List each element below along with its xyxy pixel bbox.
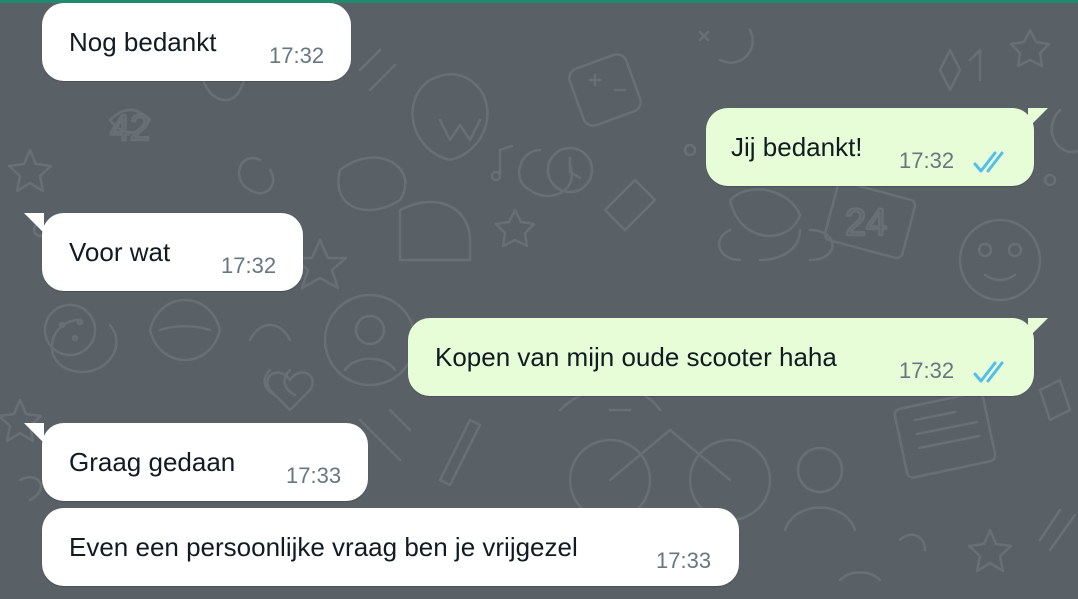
outgoing-message-bubble[interactable]: Jij bedankt! 17:32 xyxy=(706,108,1034,186)
outgoing-bubble-tail xyxy=(1028,318,1048,338)
message-text: Kopen van mijn oude scooter haha xyxy=(435,342,837,372)
message-timestamp: 17:32 xyxy=(221,253,277,278)
outgoing-message-bubble[interactable]: Kopen van mijn oude scooter haha 17:32 xyxy=(408,318,1034,396)
incoming-message-bubble[interactable]: Graag gedaan 17:33 xyxy=(42,423,368,501)
message-text: Graag gedaan xyxy=(69,447,236,477)
message-timestamp: 17:32 xyxy=(899,358,955,383)
message-text: Voor wat xyxy=(69,237,171,267)
message-timestamp: 17:33 xyxy=(286,463,342,488)
outgoing-bubble-tail xyxy=(1028,108,1048,128)
incoming-bubble-tail xyxy=(24,423,44,443)
message-text: Nog bedankt xyxy=(69,27,217,57)
double-check-read-icon xyxy=(973,361,1004,383)
message-timestamp: 17:32 xyxy=(269,43,325,68)
incoming-message-bubble[interactable]: Voor wat 17:32 xyxy=(42,213,303,291)
message-timestamp: 17:32 xyxy=(899,148,955,173)
incoming-bubble-tail xyxy=(24,213,44,233)
double-check-read-icon xyxy=(973,151,1004,173)
message-timestamp: 17:33 xyxy=(656,548,712,573)
message-text: Jij bedankt! xyxy=(731,132,863,162)
incoming-message-bubble[interactable]: Nog bedankt 17:32 xyxy=(42,3,351,81)
message-list[interactable]: Nog bedankt 17:32 Jij bedankt! 17:32 Voo… xyxy=(0,0,1078,599)
message-text: Even een persoonlijke vraag ben je vrijg… xyxy=(69,532,578,562)
incoming-message-bubble[interactable]: Even een persoonlijke vraag ben je vrijg… xyxy=(42,508,739,586)
